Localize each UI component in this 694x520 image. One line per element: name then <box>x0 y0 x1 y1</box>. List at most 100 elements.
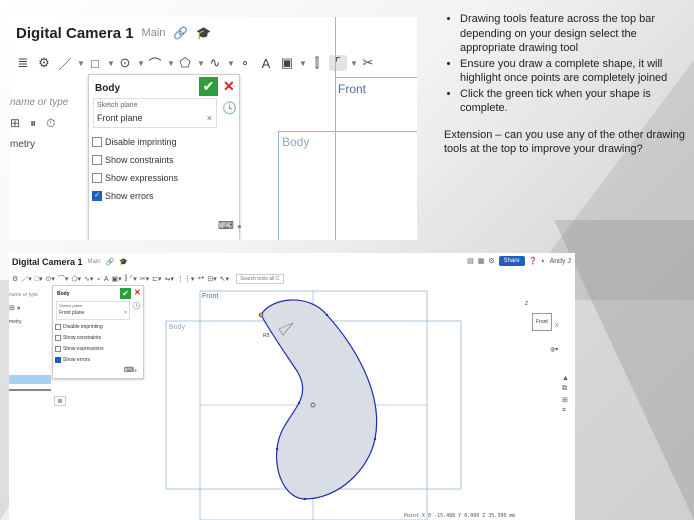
timer-icon[interactable]: ⏱ <box>46 116 55 130</box>
pause-icon[interactable]: ⏸ <box>30 116 36 130</box>
option-show-constraints[interactable]: Show constraints <box>92 155 174 165</box>
spline-tool-icon[interactable]: ∿ <box>206 55 224 71</box>
radius-dimension[interactable]: R5 <box>263 333 269 339</box>
branch-label[interactable]: Main <box>88 259 101 265</box>
filter-input[interactable]: name or type <box>9 292 51 298</box>
confirm-check-button[interactable]: ✔ <box>199 77 218 96</box>
circle-tool-icon[interactable]: ⊙▾ <box>46 275 55 283</box>
sketch-help-icon[interactable]: ⌨ <box>124 366 134 374</box>
history-icon[interactable]: 🕓 <box>132 302 141 310</box>
checkbox[interactable] <box>92 173 102 183</box>
option-disable-imprinting[interactable]: Disable imprinting <box>55 324 103 330</box>
checkbox[interactable] <box>55 335 61 341</box>
view-cube[interactable]: Z X Front <box>519 301 563 345</box>
polygon-tool-icon[interactable]: ⬠▾ <box>71 275 81 283</box>
rollback-bar[interactable] <box>9 389 51 391</box>
undo-icon[interactable]: ≣ <box>14 55 32 71</box>
arc-tool-icon[interactable]: ⌒▾ <box>58 274 69 284</box>
feature-list-toggle-icon[interactable]: ≣ <box>54 396 66 406</box>
image-tool-icon[interactable]: ▣ <box>278 55 296 71</box>
chevron-down-icon[interactable]: ▼ <box>299 59 307 68</box>
sketch-vertex[interactable] <box>275 447 279 451</box>
checkbox-checked[interactable] <box>55 357 61 363</box>
sketch-shape[interactable] <box>260 299 378 500</box>
sketch-vertex[interactable] <box>297 401 301 405</box>
clear-plane-icon[interactable]: × <box>207 113 212 123</box>
point-tool-icon[interactable]: ∘ <box>236 55 254 71</box>
share-button[interactable]: Share <box>498 256 525 266</box>
option-disable-imprinting[interactable]: Disable imprinting <box>92 137 177 147</box>
sketch-name[interactable]: Body <box>95 83 120 94</box>
option-show-expressions[interactable]: Show expressions <box>55 346 104 352</box>
mirror-tool-icon[interactable]: ⇋▾ <box>164 275 173 283</box>
mates-icon[interactable]: ⊞ <box>562 396 569 404</box>
line-tool-icon[interactable]: ／▾ <box>21 274 32 284</box>
chevron-down-icon[interactable]: ▼ <box>137 59 145 68</box>
checkbox[interactable] <box>55 324 61 330</box>
pattern-tool-icon[interactable]: ⋮⋮▾ <box>177 275 195 283</box>
branch-label[interactable]: Main <box>142 27 166 39</box>
chevron-down-icon[interactable]: ▼ <box>77 59 85 68</box>
tree-item-label[interactable]: metry <box>9 319 51 325</box>
line-tool-icon[interactable]: ／ <box>56 54 74 73</box>
cancel-button[interactable]: ✕ <box>134 288 141 297</box>
dimension-tool-icon[interactable]: ⌖▾ <box>197 275 204 283</box>
pause-icon[interactable]: ⏸ <box>17 305 21 312</box>
settings-icon[interactable]: ⚙ <box>35 55 53 71</box>
tree-item-label[interactable]: metry <box>10 139 86 150</box>
user-name[interactable]: Andy J <box>550 258 571 265</box>
checkbox[interactable] <box>92 155 102 165</box>
sketch-help-icon[interactable]: ⌨ <box>218 219 234 232</box>
parts-icon[interactable]: ⧉ <box>562 385 569 393</box>
add-feature-icon[interactable]: ⊞ <box>10 116 20 130</box>
checkbox[interactable] <box>92 137 102 147</box>
filter-input[interactable]: name or type <box>10 79 86 108</box>
graduation-cap-icon[interactable]: 🎓 <box>196 26 211 40</box>
view-options-icon[interactable]: ◍▾ <box>550 346 558 353</box>
fillet-point[interactable] <box>258 312 264 318</box>
point-tool-icon[interactable]: ∘ <box>96 275 100 283</box>
user-avatar-icon[interactable]: ◐ <box>541 258 545 265</box>
align-tool-icon[interactable]: ⫿ <box>308 55 326 71</box>
offset-tool-icon[interactable]: ⊏▾ <box>152 275 161 283</box>
cancel-button[interactable]: ✕ <box>223 78 235 95</box>
chevron-down-icon[interactable]: ▼ <box>167 59 175 68</box>
settings-icon[interactable]: ⚙ <box>12 275 18 283</box>
chevron-down-icon[interactable]: ▼ <box>107 59 115 68</box>
text-tool-icon[interactable]: A <box>104 276 109 283</box>
chevron-down-icon[interactable]: ▼ <box>227 59 235 68</box>
version-icon[interactable]: ▦ <box>478 257 485 265</box>
trim-tool-icon[interactable]: ✂▾ <box>140 275 149 283</box>
add-feature-icon[interactable]: ⊞ <box>9 305 15 312</box>
link-icon[interactable]: 🔗 <box>106 258 115 266</box>
variables-icon[interactable]: ⌗ <box>562 407 569 415</box>
help-icon[interactable]: ● <box>237 222 242 231</box>
help-icon[interactable]: ● <box>134 368 137 374</box>
rectangle-tool-icon[interactable]: □ <box>86 56 104 71</box>
view-cube-face[interactable]: Front <box>532 313 552 331</box>
option-show-errors[interactable]: ✓ Show errors <box>92 191 154 201</box>
document-title[interactable]: Digital Camera 1 <box>16 25 134 42</box>
search-tools-input[interactable]: Search tools alt C <box>236 274 284 284</box>
help-icon[interactable]: ❓ <box>529 257 538 265</box>
sketch-vertex[interactable] <box>373 437 377 441</box>
clear-plane-icon[interactable]: × <box>124 310 127 316</box>
selected-feature-row[interactable] <box>9 375 51 384</box>
checkbox-checked[interactable]: ✓ <box>92 191 102 201</box>
option-show-constraints[interactable]: Show constraints <box>55 335 101 341</box>
document-title[interactable]: Digital Camera 1 <box>12 257 83 267</box>
spline-tool-icon[interactable]: ∿▾ <box>84 275 93 283</box>
constraint-tool-icon[interactable]: ⊟▾ <box>207 275 216 283</box>
text-tool-icon[interactable]: A <box>257 56 275 71</box>
link-icon[interactable]: 🔗 <box>173 26 188 40</box>
confirm-check-button[interactable]: ✔ <box>120 288 131 299</box>
settings-icon[interactable]: ⚙ <box>488 257 494 265</box>
image-tool-icon[interactable]: ▣▾ <box>112 275 122 283</box>
use-tool-icon[interactable]: ↖▾ <box>220 275 229 283</box>
graduation-cap-icon[interactable]: 🎓 <box>119 258 128 266</box>
sketch-name[interactable]: Body <box>57 291 70 297</box>
align-tool-icon[interactable]: ⫿ <box>125 275 127 283</box>
history-icon[interactable]: 🕓 <box>222 101 237 115</box>
print-icon[interactable]: ▤ <box>467 257 474 265</box>
sketch-vertex[interactable] <box>303 497 307 501</box>
